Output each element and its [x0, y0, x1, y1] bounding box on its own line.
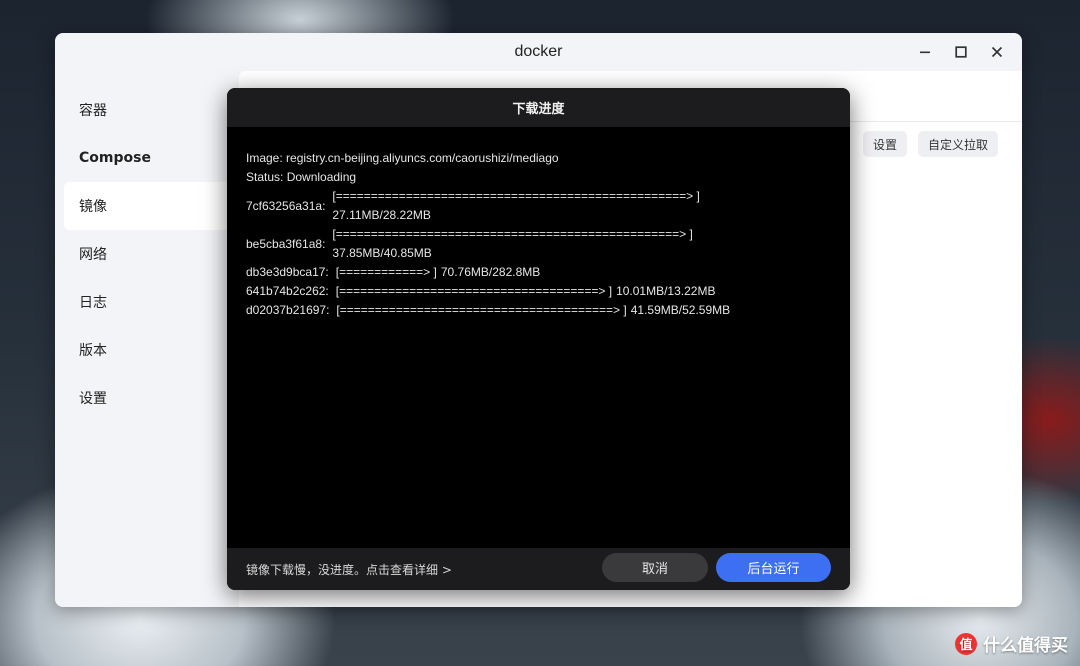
sidebar: 容器 Compose 镜像 网络 日志 版本 设置: [64, 86, 240, 422]
download-log: Image: registry.cn-beijing.aliyuncs.com/…: [227, 127, 850, 320]
layer-row: db3e3d9bca17: [============> ] 70.76MB/2…: [246, 263, 831, 282]
dialog-footer: 镜像下载慢，没进度。点击查看详细 > 取消 后台运行: [227, 548, 850, 590]
custom-pull-button[interactable]: 自定义拉取: [918, 131, 999, 157]
sidebar-item-images[interactable]: 镜像: [64, 182, 240, 230]
layer-id: 7cf63256a31a:: [246, 198, 326, 213]
layer-id: d02037b21697:: [246, 303, 330, 317]
slow-download-help-link[interactable]: 镜像下载慢，没进度。点击查看详细 >: [246, 561, 452, 578]
layer-size: 27.11MB/28.22MB: [332, 208, 431, 222]
sidebar-item-network[interactable]: 网络: [64, 230, 240, 278]
layer-size: 10.01MB/13.22MB: [616, 284, 716, 298]
settings-button[interactable]: 设置: [863, 131, 908, 157]
download-progress-dialog: 下载进度 Image: registry.cn-beijing.aliyuncs…: [227, 88, 850, 590]
layer-row: 641b74b2c262: [=========================…: [246, 282, 831, 301]
layer-progress-bar: [=======================================…: [332, 189, 700, 203]
watermark: 值 什么值得买: [955, 631, 1068, 656]
window-controls: [910, 40, 1012, 64]
layer-id: 641b74b2c262:: [246, 284, 329, 298]
title-bar: docker: [55, 33, 1022, 71]
sidebar-item-label: Compose: [79, 150, 151, 166]
layer-row: be5cba3f61a8: [=========================…: [246, 225, 831, 263]
layer-row: 7cf63256a31a: [=========================…: [246, 187, 831, 225]
image-line: Image: registry.cn-beijing.aliyuncs.com/…: [246, 151, 559, 165]
layer-progress-bar: [============> ]: [335, 265, 437, 279]
sidebar-item-label: 网络: [79, 247, 107, 263]
layer-id: be5cba3f61a8:: [246, 236, 326, 251]
sidebar-item-version[interactable]: 版本: [64, 326, 240, 374]
close-icon: [991, 46, 1003, 58]
sidebar-item-label: 设置: [79, 391, 107, 407]
layer-row: d02037b21697: [=========================…: [246, 301, 831, 320]
sidebar-item-label: 容器: [79, 103, 107, 119]
layer-size: 41.59MB/52.59MB: [630, 303, 731, 317]
sidebar-item-compose[interactable]: Compose: [64, 134, 240, 182]
minimize-button[interactable]: [910, 40, 940, 64]
watermark-text: 什么值得买: [983, 636, 1068, 656]
sidebar-item-label: 镜像: [79, 199, 107, 215]
sidebar-item-settings[interactable]: 设置: [64, 374, 240, 422]
layer-progress-block: [=======================================…: [332, 225, 692, 263]
layer-progress-bar: [=======================================…: [336, 303, 627, 317]
sidebar-item-containers[interactable]: 容器: [64, 86, 240, 134]
layer-id: db3e3d9bca17:: [246, 265, 329, 279]
run-in-background-button[interactable]: 后台运行: [716, 553, 831, 582]
sidebar-item-label: 版本: [79, 343, 107, 359]
maximize-button[interactable]: [946, 40, 976, 64]
sidebar-item-logs[interactable]: 日志: [64, 278, 240, 326]
cancel-button[interactable]: 取消: [602, 553, 708, 582]
layer-size: 70.76MB/282.8MB: [440, 265, 541, 279]
layer-progress-bar: [=======================================…: [332, 227, 693, 241]
minimize-icon: [920, 51, 930, 54]
maximize-icon: [955, 46, 967, 58]
sidebar-item-label: 日志: [79, 295, 107, 311]
close-button[interactable]: [982, 40, 1012, 64]
status-line: Status: Downloading: [246, 170, 357, 184]
layer-size: 37.85MB/40.85MB: [332, 246, 432, 260]
layer-progress-bar: [=====================================> …: [335, 284, 613, 298]
layer-progress-block: [=======================================…: [332, 187, 699, 225]
dialog-title: 下载进度: [227, 88, 850, 127]
watermark-logo: 值: [955, 632, 977, 655]
window-title: docker: [514, 43, 563, 60]
